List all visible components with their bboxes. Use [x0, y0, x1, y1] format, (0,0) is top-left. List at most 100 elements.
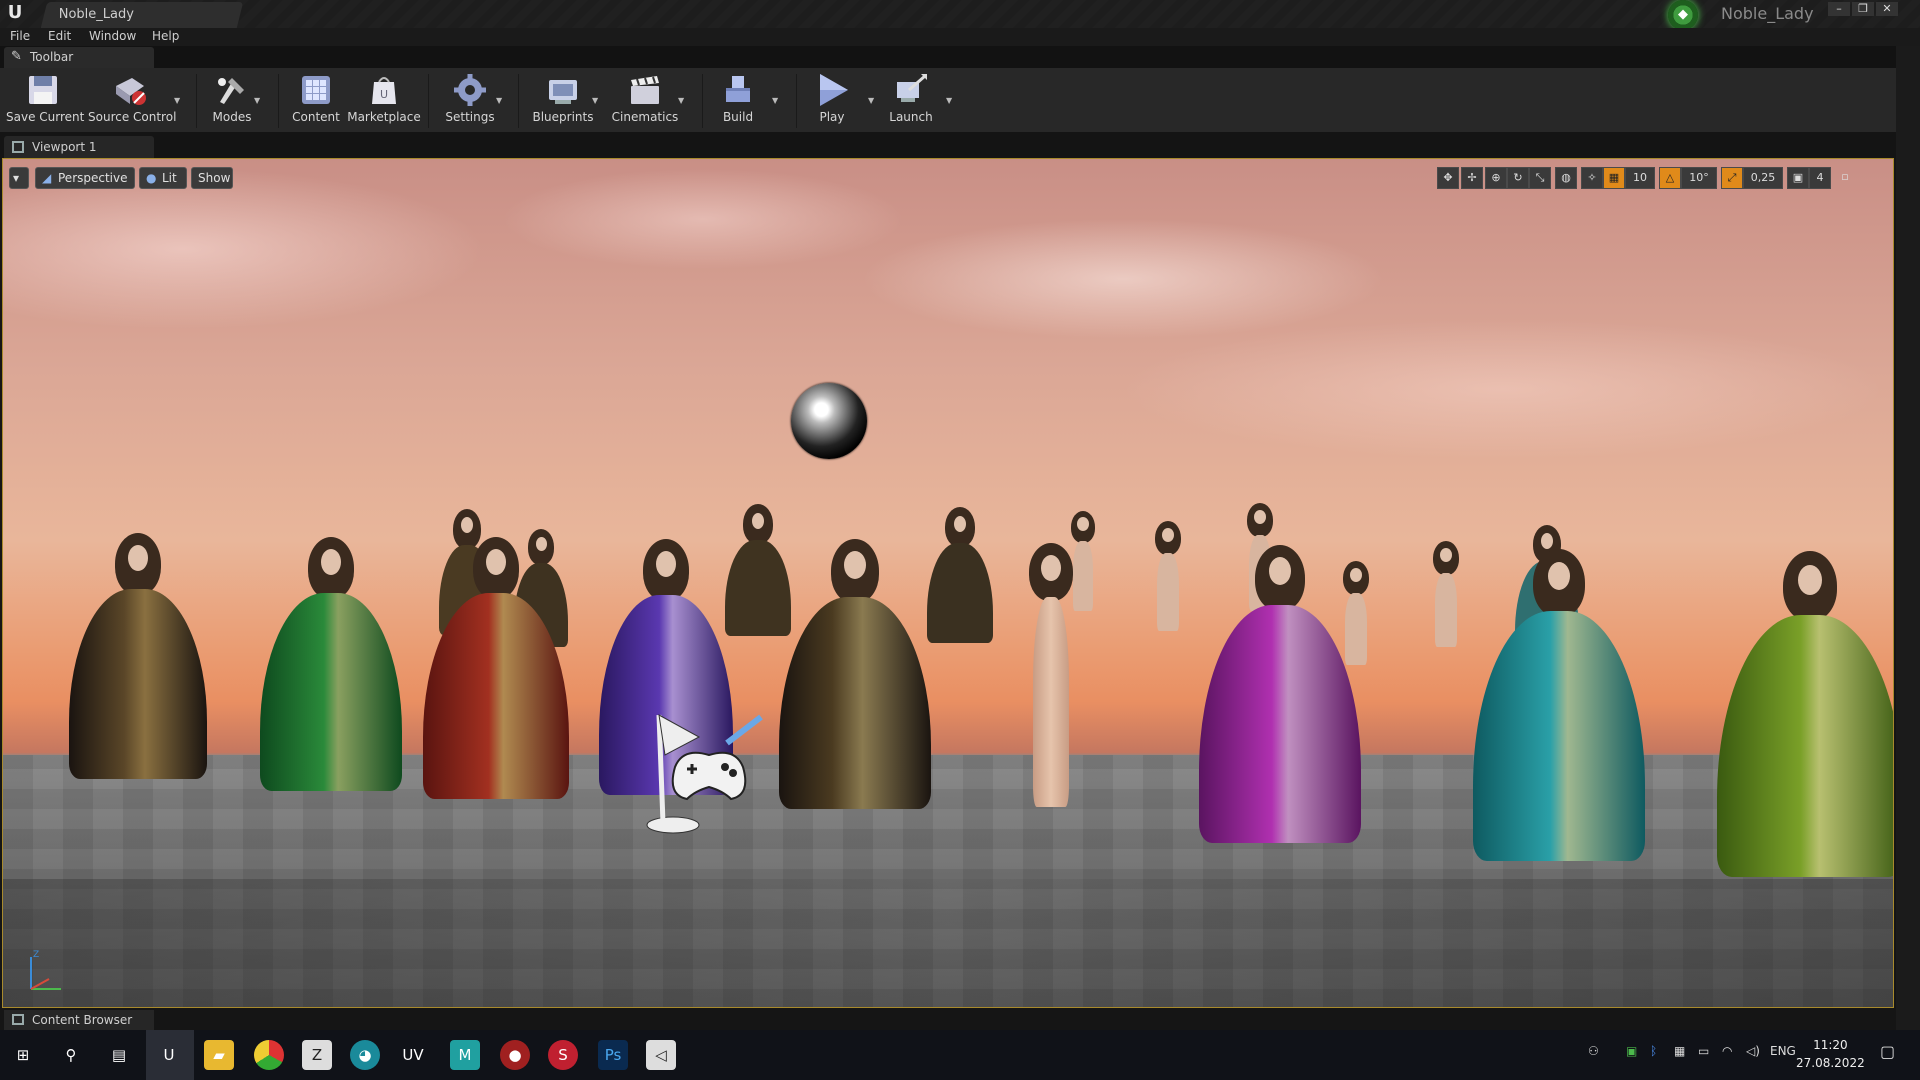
settings-button[interactable]: Settings — [440, 72, 500, 130]
windows-taskbar: ⊞ ⚲ ▤ U ▰ Z ◕ UV M ● S Ps ◁ ⚇ ▣ ᛒ ▦ ▭ ◠ … — [0, 1030, 1920, 1080]
language-indicator[interactable]: ENG — [1770, 1044, 1796, 1058]
lit-sphere-icon: ● — [146, 171, 157, 185]
content-browser-tab[interactable]: Content Browser — [4, 1010, 154, 1030]
substance-painter-icon[interactable]: S — [548, 1040, 578, 1070]
menu-file[interactable]: File — [10, 29, 30, 43]
gear-icon — [452, 72, 488, 108]
record-app-icon[interactable]: ● — [500, 1040, 530, 1070]
file-explorer-icon[interactable]: ▰ — [204, 1040, 234, 1070]
world-local-icon[interactable]: ◍ — [1555, 167, 1577, 189]
right-panel-edge — [1896, 46, 1920, 1030]
chrome-icon[interactable] — [254, 1040, 284, 1070]
menu-window[interactable]: Window — [89, 29, 136, 43]
floor-shadows — [3, 879, 1893, 1007]
settings-label: Settings — [445, 110, 495, 124]
toolbar-separator — [196, 74, 197, 128]
zbrush-icon[interactable]: Z — [302, 1040, 332, 1070]
level-document-tab[interactable]: Noble_Lady — [40, 2, 244, 28]
play-dropdown-icon[interactable]: ▼ — [868, 96, 874, 105]
lit-label: Lit — [162, 171, 177, 185]
viewport-tab[interactable]: Viewport 1 — [4, 136, 154, 158]
wifi-icon[interactable]: ◠ — [1722, 1044, 1732, 1058]
launch-dropdown-icon[interactable]: ▼ — [946, 96, 952, 105]
blueprints-dropdown-icon[interactable]: ▼ — [592, 96, 598, 105]
blueprints-button[interactable]: Blueprints — [530, 72, 596, 130]
maximize-viewport-icon[interactable]: ▫ — [1835, 167, 1855, 189]
people-icon[interactable]: ⚇ — [1588, 1044, 1599, 1058]
toolbar-tab[interactable]: ✎ Toolbar — [4, 47, 154, 68]
content-button[interactable]: Content — [290, 72, 342, 130]
scale-snap-icon[interactable]: ⤢ — [1721, 167, 1743, 189]
notifications-icon[interactable]: ▢ — [1880, 1042, 1895, 1061]
grid-snap-icon[interactable]: ▦ — [1603, 167, 1625, 189]
grid-snap-value[interactable]: 10 — [1625, 167, 1655, 189]
uvlayout-icon[interactable]: UV — [398, 1040, 428, 1070]
surface-snap-icon[interactable]: ✧ — [1581, 167, 1603, 189]
player-start-icon[interactable] — [643, 695, 773, 835]
save-current-label: Save Current — [6, 110, 85, 124]
show-button[interactable]: Show — [191, 167, 233, 189]
rotate-mode-icon[interactable]: ⊕ — [1485, 167, 1507, 189]
task-view-icon[interactable]: ▤ — [104, 1040, 134, 1070]
sky-sphere-reflection-ball[interactable] — [791, 383, 867, 459]
volume-icon[interactable]: ◁) — [1746, 1044, 1760, 1058]
translate-rotate-icon[interactable]: ✢ — [1461, 167, 1483, 189]
settings-dropdown-icon[interactable]: ▼ — [496, 96, 502, 105]
perspective-button[interactable]: ◢ Perspective — [35, 167, 135, 189]
photoshop-icon[interactable]: Ps — [598, 1040, 628, 1070]
maximize-button[interactable]: ❐ — [1852, 2, 1874, 16]
close-button[interactable]: ✕ — [1876, 2, 1898, 16]
project-badge: ◆ Noble_Lady — [1664, 0, 1854, 30]
save-current-button[interactable]: Save Current — [6, 72, 85, 130]
rotate-icon[interactable]: ↻ — [1507, 167, 1529, 189]
cinematics-dropdown-icon[interactable]: ▼ — [678, 96, 684, 105]
substance-icon[interactable]: ◕ — [350, 1040, 380, 1070]
toolbar-separator — [518, 74, 519, 128]
unreal-engine-taskbar-icon[interactable]: U — [154, 1040, 184, 1070]
level-viewport[interactable]: Z ▾ ◢ Perspective ● Lit Show ✥ ✢ ⊕ ↻ ⤡ ◍… — [2, 158, 1894, 1008]
blueprints-label: Blueprints — [532, 110, 594, 124]
battery-icon[interactable]: ▭ — [1698, 1044, 1709, 1058]
menu-edit[interactable]: Edit — [48, 29, 71, 43]
build-dropdown-icon[interactable]: ▼ — [772, 96, 778, 105]
source-control-label: Source Control — [88, 110, 177, 124]
modes-dropdown-icon[interactable]: ▼ — [254, 96, 260, 105]
build-blocks-icon — [720, 72, 756, 108]
marketplace-button[interactable]: U Marketplace — [346, 72, 422, 130]
menu-help[interactable]: Help — [152, 29, 179, 43]
viewport-options-button[interactable]: ▾ — [9, 167, 29, 189]
build-button[interactable]: Build — [714, 72, 762, 130]
clapperboard-icon — [627, 72, 663, 108]
modes-button[interactable]: Modes — [204, 72, 260, 130]
launch-button[interactable]: Launch — [884, 72, 938, 130]
search-icon[interactable]: ⚲ — [56, 1040, 86, 1070]
cinematics-button[interactable]: Cinematics — [610, 72, 680, 130]
maya-icon[interactable]: M — [450, 1040, 480, 1070]
play-button[interactable]: Play — [808, 72, 856, 130]
scale-mode-icon[interactable]: ⤡ — [1529, 167, 1551, 189]
camera-speed-value[interactable]: 4 — [1809, 167, 1831, 189]
perspective-icon: ◢ — [42, 171, 52, 185]
rotation-snap-icon[interactable]: △ — [1659, 167, 1681, 189]
source-control-button[interactable]: Source Control — [88, 72, 177, 130]
bluetooth-icon[interactable]: ᛒ — [1650, 1044, 1657, 1058]
svg-text:U: U — [380, 88, 388, 101]
camera-speed-icon[interactable]: ▣ — [1787, 167, 1809, 189]
wrench-icon: ✎ — [11, 49, 22, 64]
viewport-icon — [12, 141, 24, 153]
minimize-button[interactable]: – — [1828, 2, 1850, 16]
system-clock[interactable]: 11:20 27.08.2022 — [1796, 1036, 1865, 1072]
windows-start-icon[interactable]: ⊞ — [8, 1040, 38, 1070]
rotation-snap-value[interactable]: 10° — [1681, 167, 1717, 189]
nvidia-tray-icon[interactable]: ▣ — [1626, 1044, 1637, 1058]
content-browser-tab-label: Content Browser — [32, 1013, 133, 1027]
project-icon: ◆ — [1668, 0, 1698, 30]
tray-app-icon[interactable]: ▦ — [1674, 1044, 1685, 1058]
marmoset-icon[interactable]: ◁ — [646, 1040, 676, 1070]
source-control-dropdown-icon[interactable]: ▼ — [174, 96, 180, 105]
translate-mode-icon[interactable]: ✥ — [1437, 167, 1459, 189]
cinematics-label: Cinematics — [611, 110, 679, 124]
scale-snap-value[interactable]: 0,25 — [1743, 167, 1783, 189]
toolbar-separator — [428, 74, 429, 128]
lit-button[interactable]: ● Lit — [139, 167, 187, 189]
